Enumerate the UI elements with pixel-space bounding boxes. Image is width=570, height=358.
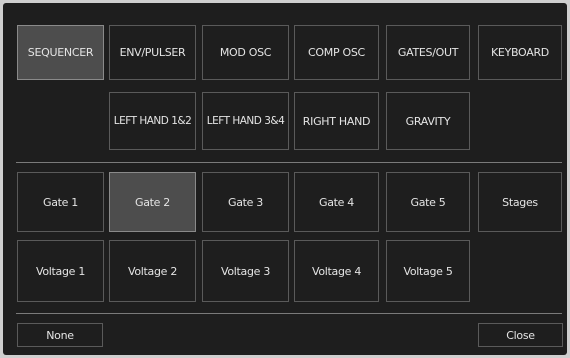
divider-top [16, 162, 562, 163]
option-voltage-2[interactable]: Voltage 2 [109, 240, 196, 302]
option-gate-1[interactable]: Gate 1 [17, 172, 104, 232]
option-voltage-4[interactable]: Voltage 4 [294, 240, 379, 302]
tab-mod-osc[interactable]: MOD OSC [202, 25, 289, 80]
option-stages[interactable]: Stages [478, 172, 562, 232]
tab-left-hand-3-4[interactable]: LEFT HAND 3&4 [202, 92, 289, 150]
option-gate-4[interactable]: Gate 4 [294, 172, 379, 232]
tab-keyboard[interactable]: KEYBOARD [478, 25, 562, 80]
tab-left-hand-1-2[interactable]: LEFT HAND 1&2 [109, 92, 196, 150]
divider-bottom [16, 313, 562, 314]
close-button[interactable]: Close [478, 323, 563, 347]
option-gate-3[interactable]: Gate 3 [202, 172, 289, 232]
option-gate-2[interactable]: Gate 2 [109, 172, 196, 232]
tab-sequencer[interactable]: SEQUENCER [17, 25, 104, 80]
none-button[interactable]: None [17, 323, 103, 347]
tab-env-pulser[interactable]: ENV/PULSER [109, 25, 196, 80]
tab-comp-osc[interactable]: COMP OSC [294, 25, 379, 80]
option-gate-5[interactable]: Gate 5 [386, 172, 470, 232]
option-voltage-1[interactable]: Voltage 1 [17, 240, 104, 302]
tab-gates-out[interactable]: GATES/OUT [386, 25, 470, 80]
option-voltage-5[interactable]: Voltage 5 [386, 240, 470, 302]
tab-right-hand[interactable]: RIGHT HAND [294, 92, 379, 150]
option-voltage-3[interactable]: Voltage 3 [202, 240, 289, 302]
tab-gravity[interactable]: GRAVITY [386, 92, 470, 150]
